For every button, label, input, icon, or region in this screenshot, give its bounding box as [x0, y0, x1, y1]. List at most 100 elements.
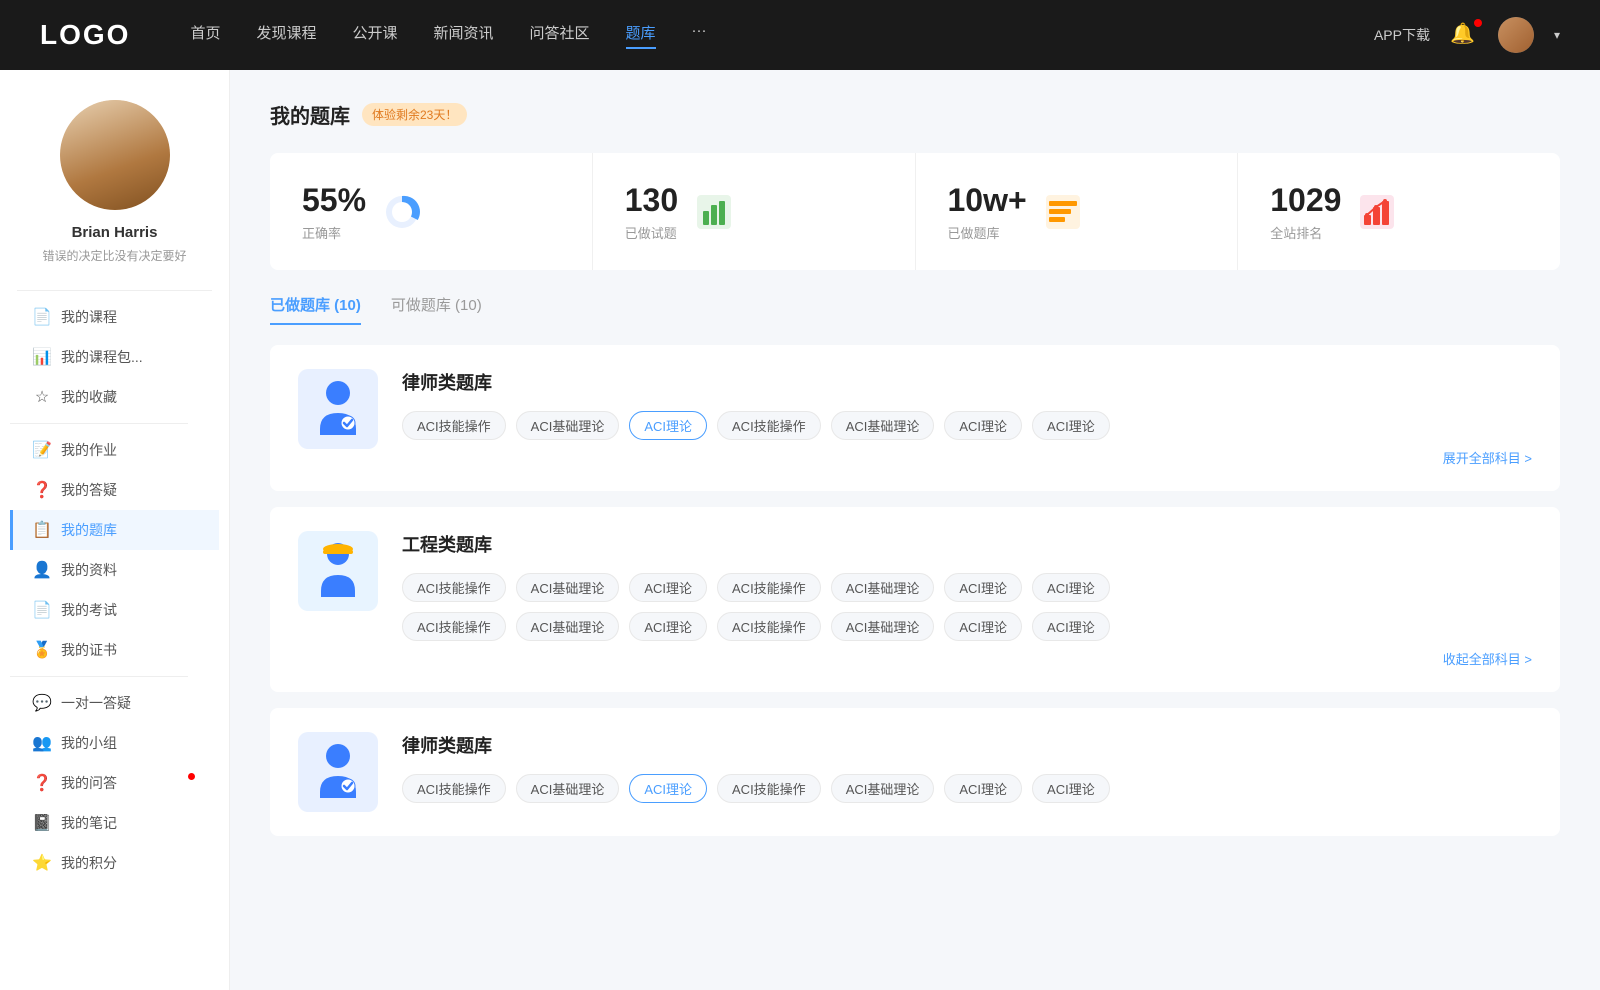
- sidebar-item-my-qa[interactable]: ❓ 我的问答: [10, 763, 219, 803]
- sidebar-motto: 错误的决定比没有决定要好: [42, 247, 186, 264]
- points-icon: ⭐: [33, 854, 51, 872]
- sidebar-item-group[interactable]: 👥 我的小组: [10, 723, 219, 763]
- sidebar-item-course-pkg[interactable]: 📊 我的课程包...: [10, 337, 219, 377]
- sidebar-item-bank[interactable]: 📋 我的题库: [10, 510, 219, 550]
- nav-right: APP下载 🔔 ▾: [1374, 17, 1560, 53]
- bank-tag[interactable]: ACI理论: [944, 612, 1022, 641]
- profile-icon: 👤: [33, 561, 51, 579]
- sidebar-item-label: 一对一答疑: [61, 693, 131, 713]
- sidebar-item-one-on-one[interactable]: 💬 一对一答疑: [10, 683, 219, 723]
- nav-qa[interactable]: 问答社区: [530, 22, 590, 49]
- bank-tag[interactable]: ACI理论: [944, 573, 1022, 602]
- bank-tag[interactable]: ACI基础理论: [831, 774, 935, 803]
- bank-tag[interactable]: ACI基础理论: [516, 411, 620, 440]
- stat-rank-main: 1029 全站排名: [1270, 181, 1341, 242]
- lawyer-icon-1: [298, 369, 378, 449]
- sidebar-item-label: 我的积分: [61, 853, 117, 873]
- bank-tag[interactable]: ACI理论: [1032, 411, 1110, 440]
- sidebar-item-my-course[interactable]: 📄 我的课程: [10, 297, 219, 337]
- one-on-one-icon: 💬: [33, 694, 51, 712]
- sidebar-item-points[interactable]: ⭐ 我的积分: [10, 843, 219, 883]
- bank-expand-lawyer-1[interactable]: 展开全部科目 >: [402, 448, 1532, 467]
- notes-icon: 📓: [33, 814, 51, 832]
- stat-questions-icon: [694, 192, 734, 232]
- page-title: 我的题库: [270, 100, 350, 129]
- nav-open-course[interactable]: 公开课: [352, 22, 397, 49]
- bank-tag[interactable]: ACI理论: [1032, 612, 1110, 641]
- bank-tag-active[interactable]: ACI理论: [629, 774, 707, 803]
- sidebar-item-cert[interactable]: 🏅 我的证书: [10, 630, 219, 670]
- favorites-icon: ☆: [33, 388, 51, 406]
- sidebar-avatar: [60, 100, 170, 210]
- nav-more[interactable]: ···: [692, 22, 707, 49]
- bank-collapse-engineer[interactable]: 收起全部科目 >: [402, 649, 1532, 668]
- bank-tags-engineer-row1: ACI技能操作 ACI基础理论 ACI理论 ACI技能操作 ACI基础理论 AC…: [402, 573, 1532, 602]
- stat-rank-icon: [1357, 192, 1397, 232]
- tabs: 已做题库 (10) 可做题库 (10): [270, 294, 1560, 325]
- sidebar-item-label: 我的题库: [61, 520, 117, 540]
- bank-tag-active[interactable]: ACI理论: [629, 411, 707, 440]
- bank-tag[interactable]: ACI基础理论: [831, 573, 935, 602]
- sidebar: Brian Harris 错误的决定比没有决定要好 📄 我的课程 📊 我的课程包…: [0, 70, 230, 990]
- app-download-button[interactable]: APP下载: [1374, 25, 1430, 45]
- notification-bell[interactable]: 🔔: [1450, 21, 1478, 49]
- sidebar-username: Brian Harris: [72, 224, 158, 241]
- bank-tag[interactable]: ACI技能操作: [717, 573, 821, 602]
- bank-tag[interactable]: ACI基础理论: [516, 573, 620, 602]
- nav-news[interactable]: 新闻资讯: [434, 22, 494, 49]
- bank-tag[interactable]: ACI理论: [944, 774, 1022, 803]
- bank-tag[interactable]: ACI技能操作: [717, 612, 821, 641]
- sidebar-item-label: 我的作业: [61, 440, 117, 460]
- sidebar-item-exam[interactable]: 📄 我的考试: [10, 590, 219, 630]
- sidebar-item-label: 我的证书: [61, 640, 117, 660]
- bank-tag[interactable]: ACI理论: [1032, 573, 1110, 602]
- avatar-bg: [60, 100, 170, 210]
- homework-icon: 📝: [33, 441, 51, 459]
- bank-tag[interactable]: ACI技能操作: [717, 774, 821, 803]
- bank-tag[interactable]: ACI理论: [1032, 774, 1110, 803]
- nav-home[interactable]: 首页: [190, 22, 220, 49]
- pie-chart-icon: [382, 192, 422, 232]
- nav-bank[interactable]: 题库: [626, 22, 656, 49]
- bank-tag[interactable]: ACI基础理论: [831, 411, 935, 440]
- sidebar-item-homework[interactable]: 📝 我的作业: [10, 430, 219, 470]
- bank-tag[interactable]: ACI技能操作: [402, 411, 506, 440]
- tab-done[interactable]: 已做题库 (10): [270, 294, 361, 325]
- sidebar-item-notes[interactable]: 📓 我的笔记: [10, 803, 219, 843]
- stat-banks-main: 10w+ 已做题库: [948, 181, 1027, 242]
- stat-accuracy-value: 55%: [302, 181, 366, 219]
- lawyer-icon-2: [298, 732, 378, 812]
- bank-tag[interactable]: ACI理论: [629, 612, 707, 641]
- bank-tag[interactable]: ACI理论: [629, 573, 707, 602]
- banks-chart-icon: [1044, 193, 1082, 231]
- stat-accuracy-label: 正确率: [302, 223, 366, 242]
- bank-tag[interactable]: ACI基础理论: [516, 612, 620, 641]
- bank-tag[interactable]: ACI理论: [944, 411, 1022, 440]
- bank-tag[interactable]: ACI基础理论: [516, 774, 620, 803]
- stat-accuracy: 55% 正确率: [270, 153, 593, 270]
- user-avatar[interactable]: [1498, 17, 1534, 53]
- bank-info-lawyer-1: 律师类题库 ACI技能操作 ACI基础理论 ACI理论 ACI技能操作 ACI基…: [402, 369, 1532, 467]
- bank-tag[interactable]: ACI技能操作: [402, 774, 506, 803]
- nav-discover[interactable]: 发现课程: [256, 22, 316, 49]
- bank-tag[interactable]: ACI基础理论: [831, 612, 935, 641]
- sidebar-item-profile[interactable]: 👤 我的资料: [10, 550, 219, 590]
- sidebar-item-label: 我的考试: [61, 600, 117, 620]
- bank-tag[interactable]: ACI技能操作: [402, 573, 506, 602]
- bank-tag[interactable]: ACI技能操作: [402, 612, 506, 641]
- bank-tag[interactable]: ACI技能操作: [717, 411, 821, 440]
- sidebar-item-favorites[interactable]: ☆ 我的收藏: [10, 377, 219, 417]
- sidebar-item-label: 我的课程包...: [61, 347, 143, 367]
- sidebar-divider-top: [17, 290, 212, 291]
- qa-icon: ❓: [33, 481, 51, 499]
- sidebar-item-qa[interactable]: ❓ 我的答疑: [10, 470, 219, 510]
- sidebar-item-label: 我的收藏: [61, 387, 117, 407]
- engineer-figure-icon: [312, 541, 364, 601]
- my-course-icon: 📄: [33, 308, 51, 326]
- exam-icon: 📄: [33, 601, 51, 619]
- page-header: 我的题库 体验剩余23天！: [270, 100, 1560, 129]
- tab-available[interactable]: 可做题库 (10): [391, 294, 482, 325]
- user-menu-chevron[interactable]: ▾: [1554, 28, 1560, 42]
- cert-icon: 🏅: [33, 641, 51, 659]
- stat-banks-icon: [1043, 192, 1083, 232]
